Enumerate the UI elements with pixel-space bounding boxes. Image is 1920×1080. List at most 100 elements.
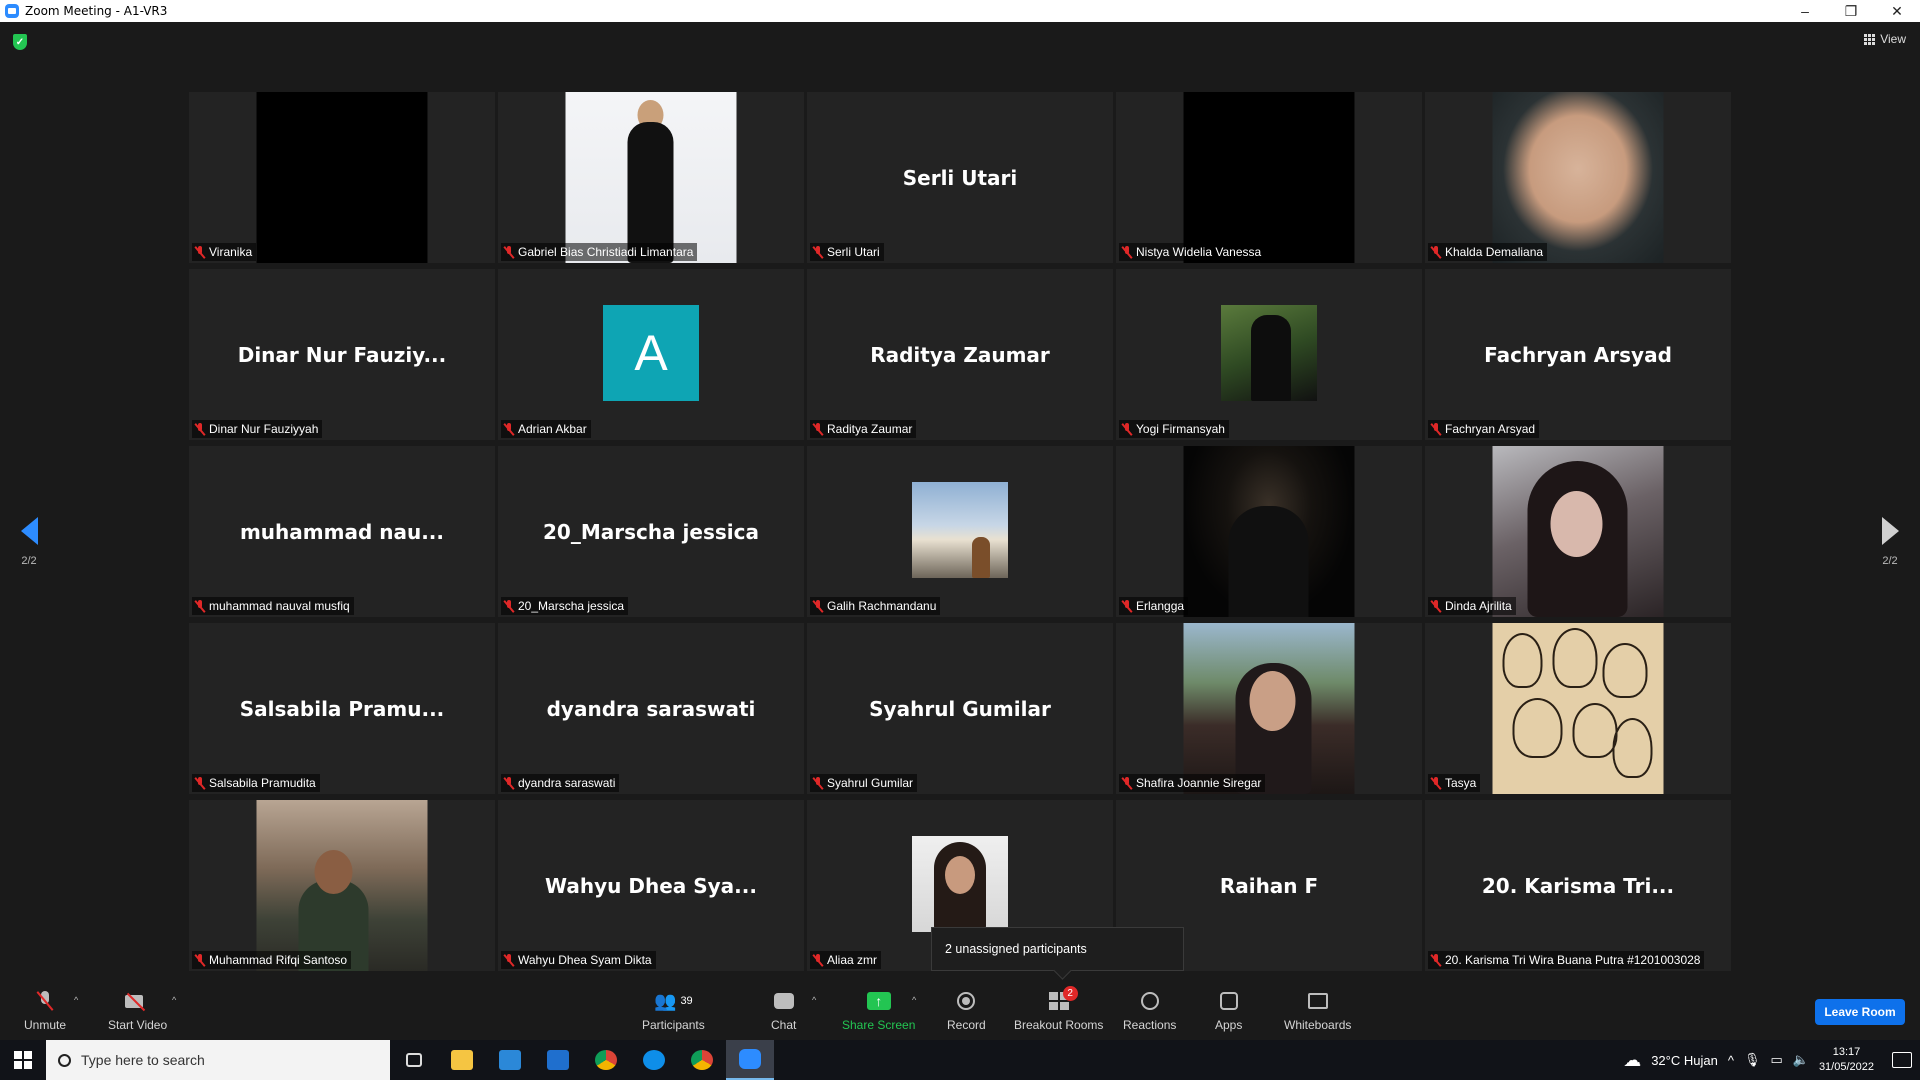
unmute-label: Unmute bbox=[24, 1018, 67, 1032]
participant-tile[interactable]: A Adrian Akbar bbox=[498, 269, 804, 440]
chat-options-caret[interactable]: ^ bbox=[812, 995, 816, 1005]
task-view-icon[interactable] bbox=[390, 1040, 438, 1080]
participant-name-label: Galih Rachmandanu bbox=[810, 597, 941, 615]
view-label: View bbox=[1880, 32, 1906, 46]
muted-mic-icon bbox=[1431, 599, 1441, 613]
chrome-icon[interactable] bbox=[582, 1040, 630, 1080]
minimize-button[interactable]: – bbox=[1782, 0, 1828, 22]
participant-avatar: A bbox=[603, 305, 699, 401]
close-button[interactable]: ✕ bbox=[1874, 0, 1920, 22]
zoom-taskbar-icon[interactable] bbox=[726, 1040, 774, 1080]
participant-tile[interactable]: Serli Utari Serli Utari bbox=[807, 92, 1113, 263]
reactions-button[interactable]: Reactions bbox=[1123, 990, 1176, 1032]
share-screen-button[interactable]: ↑ Share Screen bbox=[842, 990, 915, 1032]
participant-name: Fachryan Arsyad bbox=[1445, 422, 1536, 436]
video-options-caret[interactable]: ^ bbox=[172, 995, 176, 1005]
participant-tile[interactable]: Nistya Widelia Vanessa bbox=[1116, 92, 1422, 263]
next-page-button[interactable]: 2/2 bbox=[1870, 517, 1910, 567]
volume-icon[interactable]: 🔈 bbox=[1793, 1052, 1809, 1068]
participant-display-name: Raditya Zaumar bbox=[870, 342, 1050, 367]
muted-mic-icon bbox=[195, 599, 205, 613]
breakout-rooms-badge: 2 bbox=[1062, 986, 1078, 1001]
chat-button[interactable]: Chat bbox=[771, 990, 796, 1032]
view-button[interactable]: View bbox=[1864, 32, 1906, 46]
file-explorer-icon[interactable] bbox=[438, 1040, 486, 1080]
participant-tile[interactable]: Viranika bbox=[189, 92, 495, 263]
mail-icon[interactable] bbox=[534, 1040, 582, 1080]
participant-tile[interactable]: Khalda Demaliana bbox=[1425, 92, 1731, 263]
participant-name: Wahyu Dhea Syam Dikta bbox=[518, 953, 652, 967]
participant-display-name: Fachryan Arsyad bbox=[1484, 342, 1672, 367]
previous-page-button[interactable]: 2/2 bbox=[9, 517, 49, 567]
participant-tile[interactable]: Salsabila Pramu... Salsabila Pramudita bbox=[189, 623, 495, 794]
participant-name-label: Salsabila Pramudita bbox=[192, 774, 320, 792]
share-options-caret[interactable]: ^ bbox=[912, 995, 916, 1005]
participant-tile[interactable]: Tasya bbox=[1425, 623, 1731, 794]
participant-tile[interactable]: Muhammad Rifqi Santoso bbox=[189, 800, 495, 971]
leave-room-button[interactable]: Leave Room bbox=[1815, 999, 1905, 1025]
muted-mic-icon bbox=[813, 245, 823, 259]
zoom-logo-icon bbox=[5, 4, 19, 18]
participants-button[interactable]: 👥 39 Participants bbox=[642, 990, 705, 1033]
participant-tile[interactable]: Syahrul Gumilar Syahrul Gumilar bbox=[807, 623, 1113, 794]
participant-video bbox=[256, 800, 428, 971]
participant-name-label: Adrian Akbar bbox=[501, 420, 591, 438]
participant-tile[interactable]: 20_Marscha jessica 20_Marscha jessica bbox=[498, 446, 804, 617]
muted-mic-icon bbox=[1122, 599, 1132, 613]
muted-mic-icon bbox=[1431, 953, 1441, 967]
participant-tile[interactable]: Galih Rachmandanu bbox=[807, 446, 1113, 617]
participant-display-name: dyandra saraswati bbox=[546, 696, 756, 721]
breakout-rooms-label: Breakout Rooms bbox=[1014, 1018, 1104, 1032]
whiteboards-button[interactable]: Whiteboards bbox=[1284, 990, 1351, 1032]
participant-video bbox=[1183, 92, 1355, 263]
participant-tile[interactable]: muhammad nau... muhammad nauval musfiq bbox=[189, 446, 495, 617]
participant-video bbox=[1221, 305, 1317, 401]
participant-name-label: 20_Marscha jessica bbox=[501, 597, 629, 615]
participant-video bbox=[1492, 92, 1664, 263]
audio-options-caret[interactable]: ^ bbox=[74, 995, 78, 1005]
notification-center-icon[interactable] bbox=[1892, 1052, 1912, 1068]
unassigned-participants-popup[interactable]: 2 unassigned participants bbox=[931, 927, 1184, 971]
taskbar-clock[interactable]: 13:17 31/05/2022 bbox=[1819, 1045, 1874, 1075]
participant-name: 20_Marscha jessica bbox=[518, 599, 625, 613]
start-video-button[interactable]: Start Video bbox=[108, 990, 167, 1032]
chat-label: Chat bbox=[771, 1018, 797, 1032]
grid-view-icon bbox=[1864, 33, 1876, 45]
participant-tile[interactable]: Gabriel Bias Christiadi Limantara bbox=[498, 92, 804, 263]
participant-video bbox=[256, 92, 428, 263]
apps-button[interactable]: Apps bbox=[1215, 990, 1242, 1032]
participant-tile[interactable]: Raditya Zaumar Raditya Zaumar bbox=[807, 269, 1113, 440]
weather-text[interactable]: 32°C Hujan bbox=[1651, 1053, 1718, 1068]
muted-mic-icon bbox=[195, 776, 205, 790]
encryption-shield-icon[interactable]: ✓ bbox=[13, 34, 27, 50]
participant-tile[interactable]: Erlangga bbox=[1116, 446, 1422, 617]
network-icon[interactable]: ▭ bbox=[1770, 1052, 1782, 1068]
maximize-button[interactable]: ❐ bbox=[1828, 0, 1874, 22]
participant-tile[interactable]: 20. Karisma Tri... 20. Karisma Tri Wira B… bbox=[1425, 800, 1731, 971]
video-off-icon bbox=[124, 993, 151, 1009]
unmute-button[interactable]: Unmute bbox=[24, 990, 66, 1032]
record-button[interactable]: Record bbox=[947, 990, 986, 1032]
participant-tile[interactable]: Shafira Joannie Siregar bbox=[1116, 623, 1422, 794]
teamviewer-icon[interactable] bbox=[630, 1040, 678, 1080]
participant-name-label: Gabriel Bias Christiadi Limantara bbox=[501, 243, 698, 261]
breakout-rooms-button[interactable]: 2 Breakout Rooms bbox=[1014, 986, 1104, 1032]
windows-start-icon[interactable] bbox=[0, 1040, 46, 1080]
microphone-tray-icon[interactable]: 🎙 bbox=[1744, 1052, 1761, 1068]
muted-mic-icon bbox=[1122, 776, 1132, 790]
participant-tile[interactable]: Fachryan Arsyad Fachryan Arsyad bbox=[1425, 269, 1731, 440]
tray-chevron-icon[interactable]: ^ bbox=[1728, 1053, 1734, 1068]
chrome-profile-icon[interactable] bbox=[678, 1040, 726, 1080]
participant-name: Erlangga bbox=[1136, 599, 1185, 613]
participant-tile[interactable]: Wahyu Dhea Sya... Wahyu Dhea Syam Dikta bbox=[498, 800, 804, 971]
muted-mic-icon bbox=[504, 776, 514, 790]
microphone-muted-icon bbox=[39, 991, 51, 1011]
participant-tile[interactable]: dyandra saraswati dyandra saraswati bbox=[498, 623, 804, 794]
muted-mic-icon bbox=[195, 953, 205, 967]
microsoft-store-icon[interactable] bbox=[486, 1040, 534, 1080]
participant-tile[interactable]: Yogi Firmansyah bbox=[1116, 269, 1422, 440]
participant-tile[interactable]: Dinda Ajrilita bbox=[1425, 446, 1731, 617]
participant-name: Serli Utari bbox=[827, 245, 880, 259]
taskbar-search-input[interactable]: Type here to search bbox=[46, 1040, 390, 1080]
participant-tile[interactable]: Dinar Nur Fauziy... Dinar Nur Fauziyyah bbox=[189, 269, 495, 440]
